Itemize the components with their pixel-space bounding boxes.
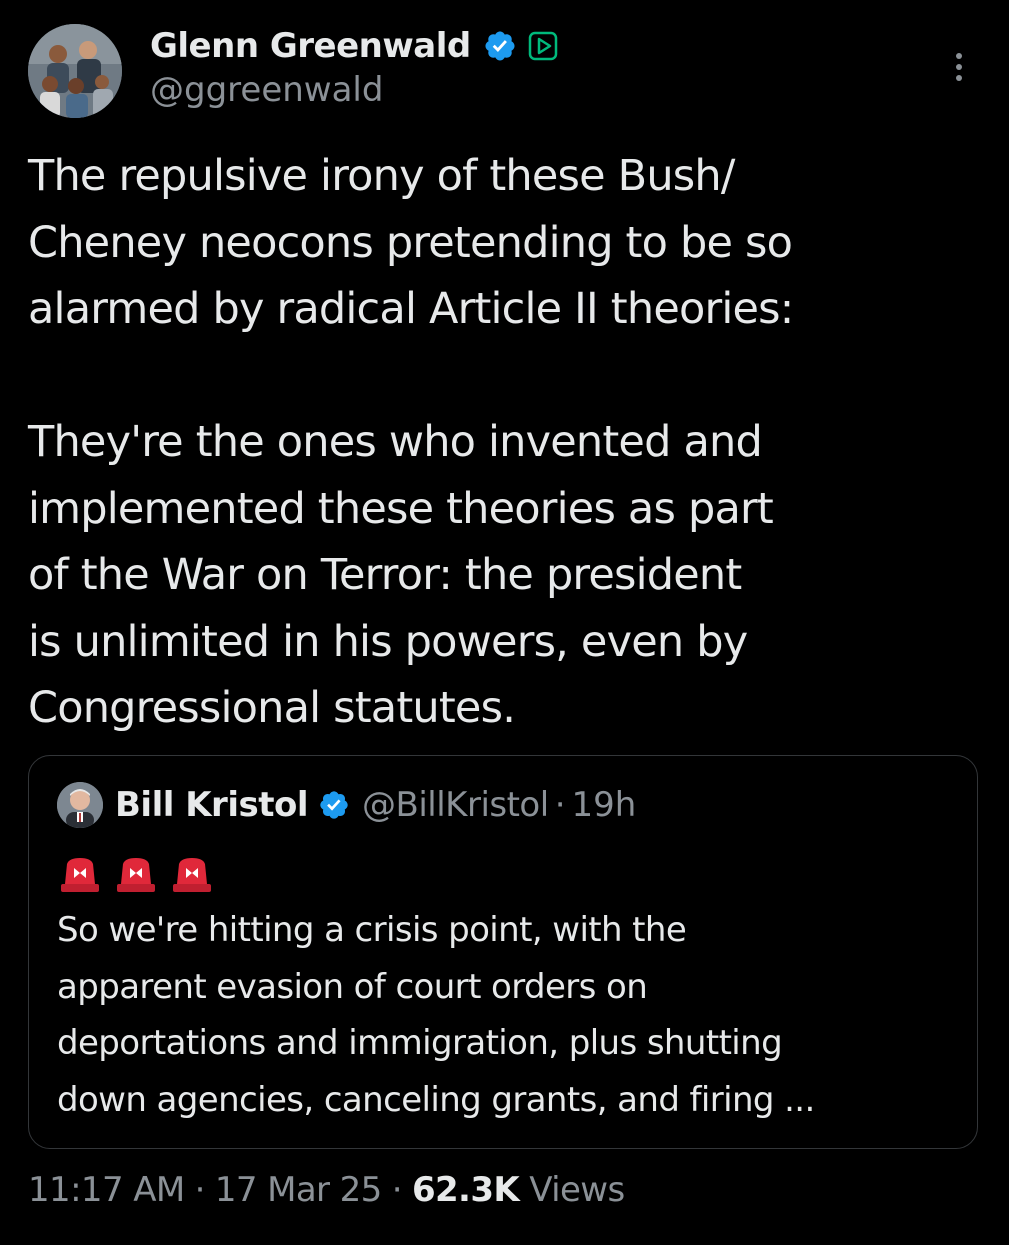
verified-badge-icon [485,31,515,61]
body-line: Congressional statutes. [28,683,516,733]
police-siren-icon [173,858,211,892]
quoted-text-line: apparent evasion of court orders on [57,966,648,1007]
author-avatar[interactable] [28,24,122,118]
author-name-row: Glenn Greenwald [150,24,559,68]
police-siren-icon [61,858,99,892]
quoted-timestamp: 19h [571,785,637,825]
avatar-photo [28,24,122,118]
tweet-meta: 11:17 AM · 17 Mar 25 · 62.3K Views [28,1170,625,1210]
tweet: Glenn Greenwald @ggreenwald The repulsiv… [0,0,1009,1245]
police-siren-icon [117,858,155,892]
body-line: implemented these theories as part [28,483,774,534]
body-line: is unlimited in his powers, even by [28,616,748,667]
video-subscription-icon [528,31,557,61]
meta-separator: · [194,1170,206,1210]
tweet-time[interactable]: 11:17 AM [28,1170,185,1210]
views-count[interactable]: 62.3K [412,1170,520,1210]
views-label[interactable]: Views [529,1170,625,1210]
tweet-header: Glenn Greenwald @ggreenwald [28,24,988,124]
author-handle[interactable]: @ggreenwald [150,70,559,110]
body-line: Cheney neocons pretending to be so [28,217,793,268]
quoted-author-display-name: Bill Kristol [115,785,309,825]
quoted-text-line: down agencies, canceling grants, and fir… [57,1079,815,1120]
quoted-tweet-card[interactable]: Bill Kristol @BillKristol · 19h So we're… [28,755,978,1149]
quoted-author-avatar[interactable] [57,782,103,828]
more-options-icon[interactable] [954,52,964,82]
body-line: alarmed by radical Article II theories: [28,284,794,334]
body-line: The repulsive irony of these Bush/ [28,151,735,201]
siren-emoji-row [57,854,215,894]
meta-separator: · [391,1170,403,1210]
quoted-avatar-photo [57,782,103,828]
quoted-author-handle: @BillKristol [362,785,549,825]
verified-badge-icon [320,791,348,819]
tweet-body-text: The repulsive irony of these Bush/ Chene… [28,143,968,742]
quoted-tweet-header: Bill Kristol @BillKristol · 19h [57,780,636,830]
author-name-block: Glenn Greenwald @ggreenwald [150,24,559,110]
author-display-name[interactable]: Glenn Greenwald [150,26,471,66]
body-line: They're the ones who invented and [28,417,763,467]
body-line: of the War on Terror: the president [28,550,742,600]
quoted-separator: · [554,785,566,825]
quoted-text-line: So we're hitting a crisis point, with th… [57,910,687,950]
quoted-tweet-text: So we're hitting a crisis point, with th… [57,902,957,1128]
tweet-date[interactable]: 17 Mar 25 [215,1170,383,1210]
quoted-text-line: deportations and immigration, plus shutt… [57,1023,783,1063]
